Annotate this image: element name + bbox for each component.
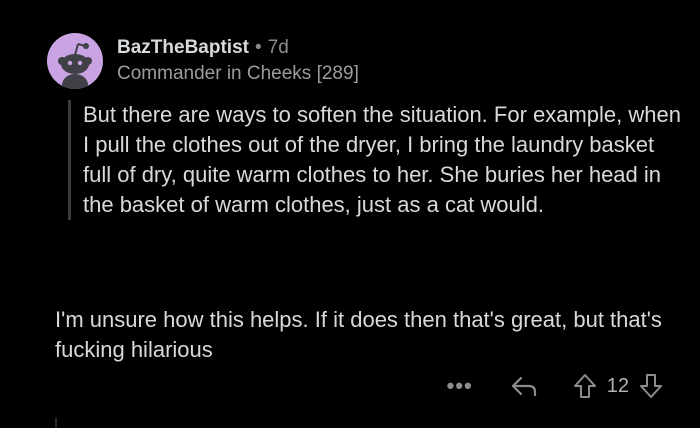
comment-header: BazTheBaptist • 7d Commander in Cheeks [… <box>47 33 359 89</box>
user-flair: Commander in Cheeks [289] <box>117 63 359 84</box>
upvote-icon <box>573 374 596 398</box>
meta-top-row: BazTheBaptist • 7d <box>117 36 359 60</box>
thread-line <box>55 418 57 428</box>
more-options-button[interactable]: ••• <box>447 375 473 397</box>
vote-count: 12 <box>606 374 629 397</box>
quote-text: But there are ways to soften the situati… <box>83 102 681 217</box>
reply-icon <box>511 376 536 397</box>
avatar[interactable] <box>47 33 103 89</box>
blockquote: But there are ways to soften the situati… <box>68 100 683 220</box>
comment-body: I'm unsure how this helps. If it does th… <box>55 307 662 362</box>
upvote-button[interactable] <box>573 372 597 400</box>
comment-meta: BazTheBaptist • 7d Commander in Cheeks [… <box>117 36 359 86</box>
comment-actions: ••• 12 <box>447 370 663 402</box>
downvote-button[interactable] <box>639 372 663 400</box>
comment-age: 7d <box>267 37 289 58</box>
meta-separator: • <box>254 37 262 58</box>
username[interactable]: BazTheBaptist <box>117 36 249 60</box>
avatar-snoo-icon <box>58 43 92 89</box>
reply-button[interactable] <box>509 373 539 399</box>
downvote-icon <box>640 374 662 398</box>
